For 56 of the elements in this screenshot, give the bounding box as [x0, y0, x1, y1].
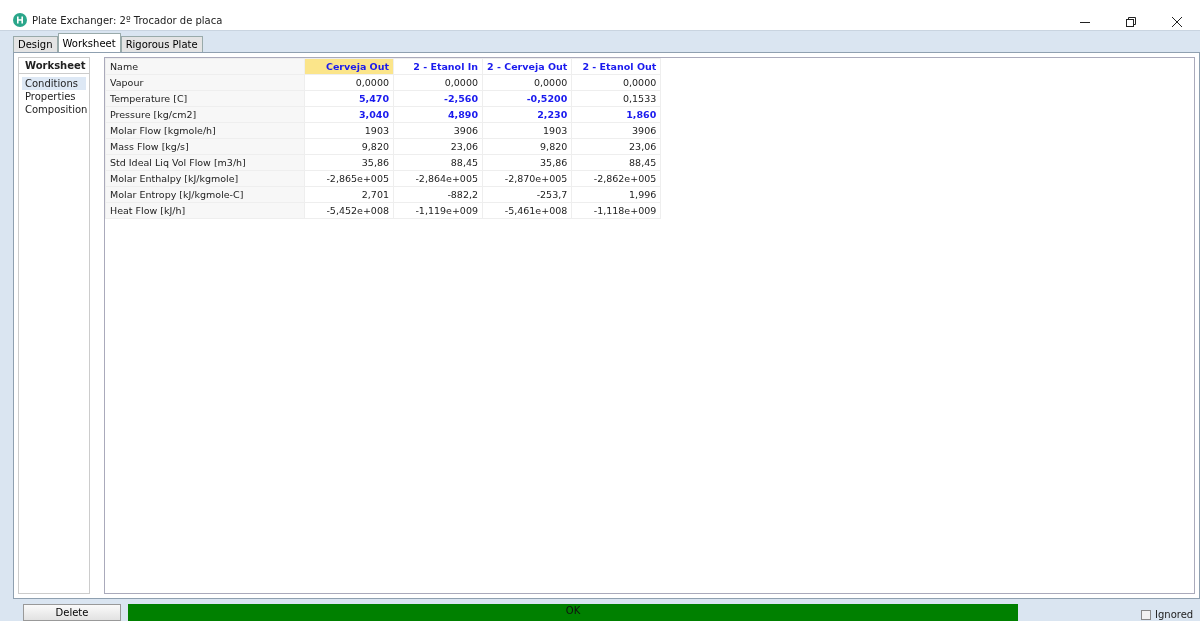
app-icon: [13, 13, 27, 27]
table-cell[interactable]: 5,470: [304, 90, 394, 107]
tab[interactable]: Worksheet: [57, 33, 121, 52]
tab[interactable]: Rigorous Plate: [120, 36, 203, 52]
table-cell[interactable]: 23,06: [571, 138, 661, 155]
ignored-checkbox[interactable]: [1141, 609, 1151, 620]
table-cell[interactable]: 4,890: [393, 106, 483, 123]
table-cell[interactable]: 23,06: [393, 138, 483, 155]
table-cell[interactable]: -5,461e+008: [482, 202, 572, 219]
table-cell[interactable]: 35,86: [482, 154, 572, 171]
table-cell[interactable]: -2,560: [393, 90, 483, 107]
column-header[interactable]: 2 - Etanol Out: [571, 58, 661, 75]
table-cell[interactable]: 88,45: [571, 154, 661, 171]
table-cell[interactable]: -253,7: [482, 186, 572, 203]
sidebar-item[interactable]: Properties: [22, 90, 86, 103]
checkbox-label: Ignored: [1155, 609, 1194, 620]
table-cell[interactable]: 0,0000: [304, 74, 394, 91]
table-cell[interactable]: -1,118e+009: [571, 202, 661, 219]
table-cell[interactable]: 0,0000: [482, 74, 572, 91]
table-header: Name: [105, 58, 305, 75]
delete-button[interactable]: Delete: [23, 604, 121, 621]
table-cell[interactable]: -5,452e+008: [304, 202, 394, 219]
table-cell[interactable]: 3906: [393, 122, 483, 139]
table-cell[interactable]: 9,820: [304, 138, 394, 155]
column-header[interactable]: Cerveja Out: [304, 58, 394, 75]
table-cell[interactable]: 1,996: [571, 186, 661, 203]
table-cell[interactable]: -2,862e+005: [571, 170, 661, 187]
sidebar-title: Worksheet: [19, 58, 89, 74]
sidebar-item[interactable]: Composition: [22, 103, 86, 116]
table-cell[interactable]: 3,040: [304, 106, 394, 123]
table-cell[interactable]: 35,86: [304, 154, 394, 171]
table-cell[interactable]: 2,230: [482, 106, 572, 123]
table-cell[interactable]: 88,45: [393, 154, 483, 171]
table-cell[interactable]: 3906: [571, 122, 661, 139]
column-header[interactable]: 2 - Etanol In: [393, 58, 483, 75]
table-cell[interactable]: -2,864e+005: [393, 170, 483, 187]
table-cell[interactable]: -2,865e+005: [304, 170, 394, 187]
table-cell[interactable]: -0,5200: [482, 90, 572, 107]
table-cell[interactable]: -2,870e+005: [482, 170, 572, 187]
table-cell[interactable]: 0,0000: [571, 74, 661, 91]
table-cell[interactable]: 1903: [304, 122, 394, 139]
tab[interactable]: Design: [13, 36, 58, 52]
window-title: Plate Exchanger: 2º Trocador de placa: [32, 14, 223, 26]
close-icon[interactable]: [1172, 17, 1182, 27]
status-bar: OK: [128, 604, 1018, 621]
table-cell[interactable]: 0,0000: [393, 74, 483, 91]
table-cell[interactable]: 0,1533: [571, 90, 661, 107]
column-header[interactable]: 2 - Cerveja Out: [482, 58, 572, 75]
table-cell[interactable]: -1,119e+009: [393, 202, 483, 219]
table-cell[interactable]: 9,820: [482, 138, 572, 155]
table-cell[interactable]: 2,701: [304, 186, 394, 203]
table-cell[interactable]: 1,860: [571, 106, 661, 123]
sidebar-item[interactable]: Conditions: [22, 77, 86, 90]
table-cell[interactable]: 1903: [482, 122, 572, 139]
table-cell[interactable]: -882,2: [393, 186, 483, 203]
restore-icon[interactable]: [1126, 17, 1136, 27]
